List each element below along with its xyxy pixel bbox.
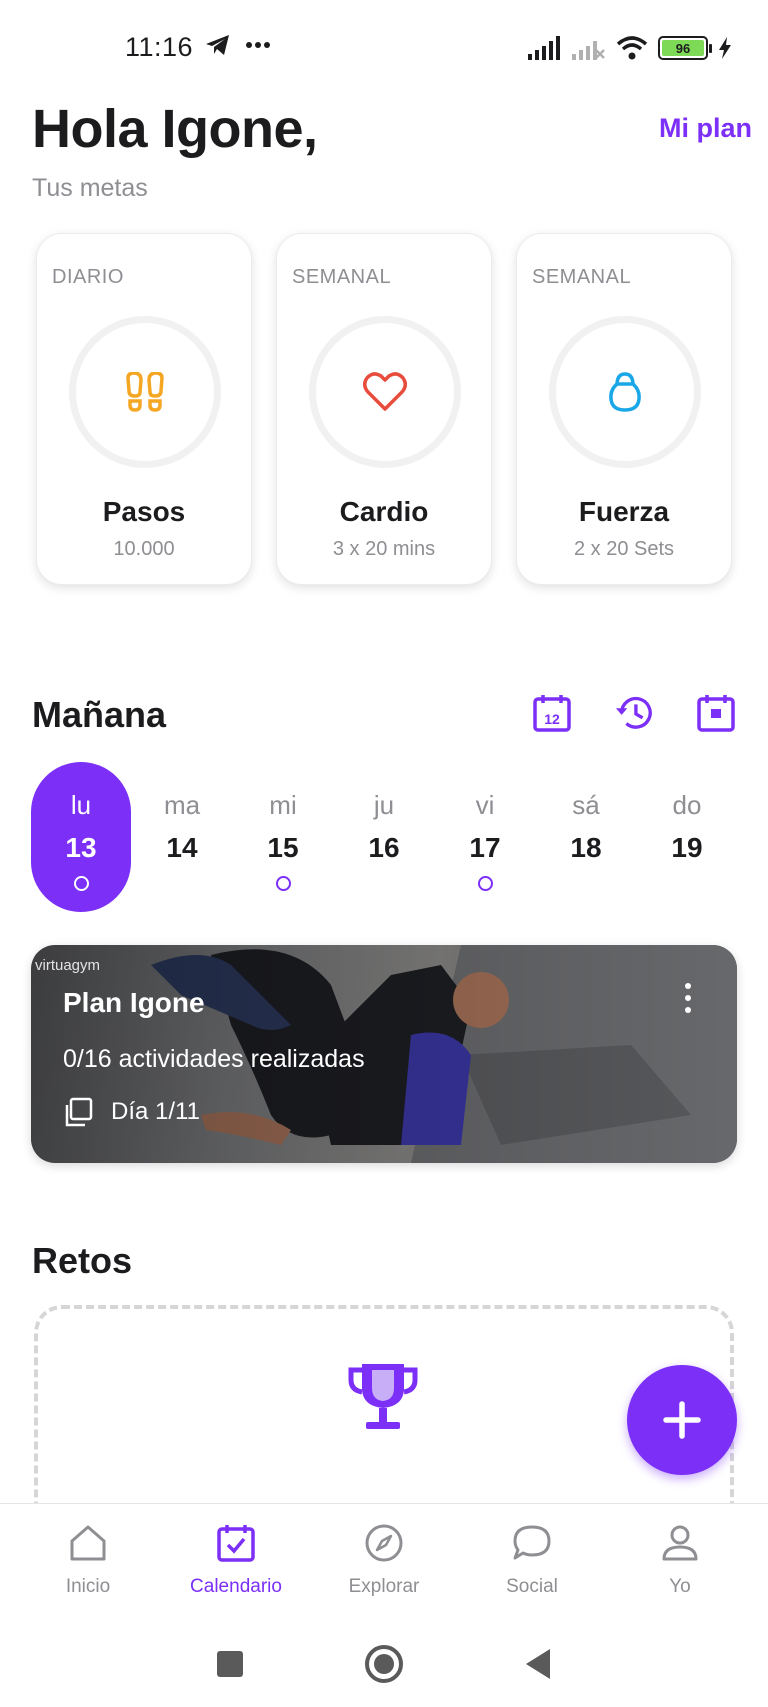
day-number: 16 [368,832,400,863]
section-title-tomorrow: Mañana [32,694,167,735]
plus-icon [663,1401,701,1439]
nav-item-home[interactable]: Inicio [23,1520,153,1598]
day-name: ju [373,790,395,820]
user-icon [662,1525,698,1561]
day-item[interactable]: mi 15 [233,762,333,912]
goal-card-steps[interactable]: DIARIO Pasos 10.000 [36,233,252,585]
goal-name: Pasos [102,496,186,527]
heart-icon [363,372,407,411]
nav-label: Calendario [190,1576,282,1597]
calendar-day-icon: 12 [533,695,571,732]
section-title-challenges: Retos [32,1240,133,1281]
day-name: do [672,790,702,820]
wifi-icon [616,36,648,60]
goal-target: 2 x 20 Sets [573,538,675,560]
plan-day-row: Día 1/11 [63,1097,200,1127]
goals-row: DIARIO Pasos 10.000 SEMANAL Cardio 3 x 2… [36,233,732,585]
day-number: 14 [166,832,198,863]
goal-progress-ring [549,316,701,468]
calendar-badge: 12 [544,711,560,727]
signal-icon [528,36,560,60]
goal-period: SEMANAL [292,266,392,288]
nav-item-explore[interactable]: Explorar [319,1520,449,1598]
goals-subtitle: Tus metas [32,174,148,202]
day-item[interactable]: vi 17 [435,762,535,912]
calendar-today-icon [697,695,735,732]
goal-progress-ring [309,316,461,468]
calendar-check-icon [217,1525,255,1562]
kettlebell-icon [609,372,641,412]
battery-icon: 96 [658,36,712,60]
signal-off-icon [572,41,605,60]
goal-period: SEMANAL [532,266,632,288]
plan-day-label: Día 1/11 [111,1098,200,1125]
goal-name: Fuerza [578,496,670,527]
telegram-icon [206,35,229,55]
day-name: sá [572,790,600,820]
back-button[interactable] [524,1648,552,1680]
recents-button[interactable] [216,1650,244,1678]
more-vertical-icon [685,983,691,989]
goal-progress-ring [69,316,221,468]
day-number: 13 [65,832,97,863]
calendar-today-button[interactable] [696,693,736,733]
footsteps-icon [126,372,164,412]
calendar-day-button[interactable]: 12 [532,693,572,733]
nav-item-social[interactable]: Social [467,1520,597,1598]
goal-target: 10.000 [113,538,175,560]
day-item[interactable]: sá 18 [536,762,636,912]
goal-card-strength[interactable]: SEMANAL Fuerza 2 x 20 Sets [516,233,732,585]
trophy-icon [348,1364,418,1429]
nav-label: Explorar [348,1576,420,1597]
activity-dot [276,876,291,891]
nav-item-calendar[interactable]: Calendario [171,1520,301,1598]
page-title: Hola Igone, [32,99,318,159]
copy-icon [65,1097,93,1127]
day-name: lu [70,790,92,820]
nav-label: Social [506,1576,558,1597]
day-number: 19 [671,832,703,863]
system-navigation [0,1644,768,1684]
plan-menu-button[interactable] [683,983,693,1013]
goal-name: Cardio [339,496,429,527]
status-bar: 11:16 96 [0,0,768,100]
history-button[interactable] [614,693,654,733]
chat-icon [513,1525,551,1560]
day-item[interactable]: do 19 [637,762,737,912]
day-number: 18 [570,832,602,863]
nav-label: Inicio [65,1576,111,1597]
add-button[interactable] [627,1365,737,1475]
nav-item-me[interactable]: Yo [615,1520,745,1598]
day-item[interactable]: lu 13 [31,762,131,912]
plan-title: Plan Igone [63,987,205,1018]
day-tools: 12 [532,693,736,733]
day-name: mi [269,790,297,820]
goal-period: DIARIO [52,266,124,288]
week-selector: lu 13 ma 14 mi 15 ju 16 vi 17 sá 18 do 1… [31,762,737,912]
day-name: ma [163,790,201,820]
home-button[interactable] [364,1644,404,1684]
day-item[interactable]: ju 16 [334,762,434,912]
plan-brand-logo: virtuagym [35,957,101,974]
plan-card[interactable]: virtuagym Plan Igone 0/16 actividades re… [31,945,737,1163]
day-number: 17 [469,832,501,863]
home-icon [70,1525,106,1561]
charging-icon [719,37,731,59]
goal-card-cardio[interactable]: SEMANAL Cardio 3 x 20 mins [276,233,492,585]
nav-label: Yo [669,1576,691,1597]
day-name: vi [475,790,495,820]
activity-dot [74,876,89,891]
activity-dot [478,876,493,891]
status-time: 11:16 [125,32,194,62]
history-icon [615,696,652,729]
plan-progress: 0/16 actividades realizadas [63,1045,365,1073]
my-plan-link[interactable]: Mi plan [659,113,752,144]
bottom-navigation: Inicio Calendario Explorar Social Yo [0,1503,768,1707]
day-item[interactable]: ma 14 [132,762,232,912]
goal-target: 3 x 20 mins [332,538,436,560]
compass-icon [365,1524,403,1562]
more-icon [246,42,270,48]
day-number: 15 [267,832,299,863]
